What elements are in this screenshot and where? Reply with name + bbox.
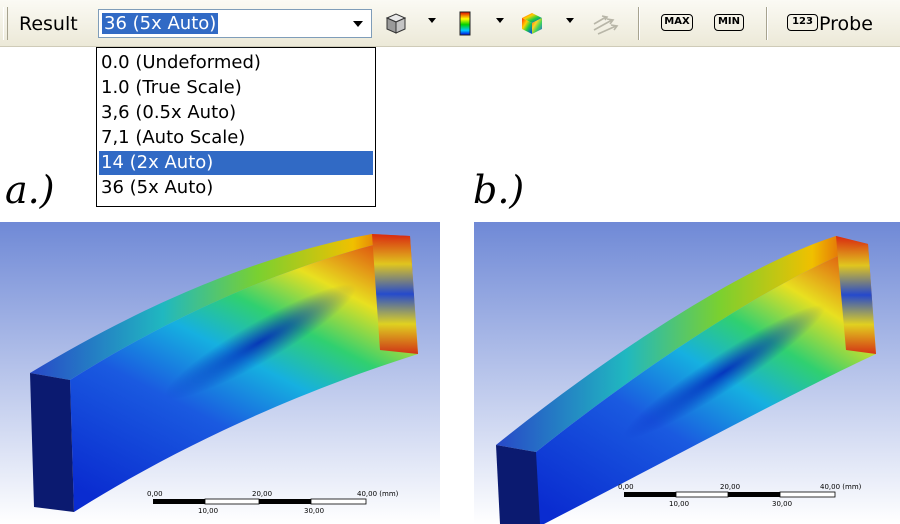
scale-tick-label: 0,00 [618,483,634,491]
geometry-cube-icon[interactable] [384,9,408,38]
scale-tick-label: 30,00 [772,500,792,508]
viewport-b[interactable]: 0,00 20,00 40,00 (mm) 10,00 30,00 [474,222,900,524]
probe-button-label[interactable]: Probe [819,12,873,36]
chevron-down-icon[interactable] [347,13,369,34]
scale-tick-label: 20,00 [720,483,740,491]
contour-colors-icon[interactable] [457,9,473,38]
dropdown-option-5x-auto[interactable]: 36 (5x Auto) [99,176,373,200]
scale-tick-label: 10,00 [669,500,689,508]
scale-tick-label: 30,00 [304,507,324,515]
result-label: Result [19,13,78,35]
beam-fixed-end [30,373,74,512]
dropdown-option-auto-scale[interactable]: 7,1 (Auto Scale) [99,126,373,150]
deformation-scale-dropdown-list: 0.0 (Undeformed) 1.0 (True Scale) 3,6 (0… [96,47,376,207]
scale-tick-label: 40,00 (mm) [357,490,399,498]
geometry-dropdown-arrow[interactable] [428,18,436,23]
contour-dropdown-arrow[interactable] [496,18,504,23]
viewport-a[interactable]: 0,00 20,00 40,00 (mm) 10,00 30,00 [0,222,440,524]
vector-arrows-icon[interactable] [590,9,620,38]
toolbar-separator [766,7,768,40]
panel-b-label: b.) [473,168,525,212]
scale-tick-label: 40,00 (mm) [820,483,862,491]
dropdown-option-2x-auto[interactable]: 14 (2x Auto) [99,151,373,175]
deformation-scale-value: 36 (5x Auto) [102,13,219,34]
edges-display-icon[interactable] [519,9,545,38]
dropdown-option-true-scale[interactable]: 1.0 (True Scale) [99,76,373,100]
beam-fixed-end [496,445,540,524]
scale-tick-label: 20,00 [252,490,272,498]
toolbar-separator [638,7,640,40]
deformation-scale-combo[interactable]: 36 (5x Auto) [98,9,372,38]
max-button[interactable]: MAX [661,14,693,31]
panel-a-label: a.) [5,168,55,212]
probe-icon[interactable]: 123 [787,14,818,31]
dropdown-option-undeformed[interactable]: 0.0 (Undeformed) [99,51,373,75]
dropdown-option-half-auto[interactable]: 3,6 (0.5x Auto) [99,101,373,125]
scale-tick-label: 10,00 [198,507,218,515]
min-button[interactable]: MIN [714,14,744,31]
toolbar-grip[interactable] [3,7,8,40]
scale-tick-label: 0,00 [147,490,163,498]
edges-dropdown-arrow[interactable] [566,18,574,23]
result-toolbar: Result 36 (5x Auto) MAX MIN 123 Probe [0,0,900,47]
